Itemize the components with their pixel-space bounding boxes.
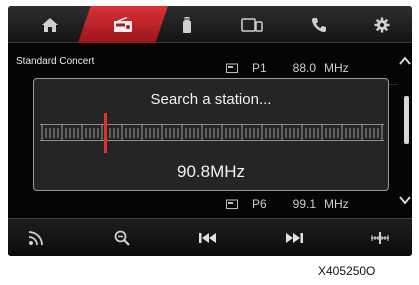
scrollbar-thumb[interactable]: [404, 96, 409, 144]
seek-forward-icon: [286, 233, 303, 243]
manual-tune-icon: [371, 232, 389, 244]
tab-home[interactable]: [16, 6, 83, 43]
radio-screen: Standard Concert P1 88.0 MHz P6 99.1 MHz: [8, 6, 412, 256]
radio-small-icon: [226, 63, 238, 73]
tab-phone[interactable]: [285, 6, 352, 43]
scroll-down-icon[interactable]: [399, 196, 411, 205]
preset-frequency: 99.1: [292, 197, 316, 211]
preset-row[interactable]: P6 99.1 MHz: [226, 194, 386, 214]
manual-tune-button[interactable]: [352, 219, 408, 256]
tab-settings[interactable]: [348, 6, 412, 43]
seek-back-button[interactable]: [180, 219, 236, 256]
preset-number: P1: [252, 61, 267, 75]
preset-unit: MHz: [324, 61, 349, 75]
home-icon: [41, 17, 58, 32]
radio-waves-button[interactable]: [8, 219, 64, 256]
media-icon: [182, 16, 191, 33]
radio-small-icon: [226, 199, 238, 209]
search-station-popup: Search a station... 90.8MHz: [33, 78, 389, 191]
preset-unit: MHz: [324, 197, 349, 211]
scroll-up-icon[interactable]: [399, 56, 411, 65]
preset-row[interactable]: P1 88.0 MHz: [226, 58, 386, 78]
scan-button[interactable]: [94, 219, 150, 256]
tuner-marker[interactable]: [104, 113, 107, 153]
figure-code: X405250O: [318, 264, 376, 278]
bottom-control-bar: [8, 218, 412, 256]
seek-forward-button[interactable]: [266, 219, 322, 256]
tuner-scale[interactable]: [40, 113, 384, 153]
current-frequency: 90.8MHz: [176, 162, 246, 181]
radio-waves-icon: [28, 231, 43, 246]
phone-icon: [311, 17, 326, 32]
popup-title: Search a station...: [150, 91, 272, 108]
tab-device[interactable]: [218, 6, 285, 43]
device-icon: [240, 17, 263, 32]
top-tab-bar: [8, 6, 412, 43]
search-scan-icon: [114, 230, 130, 246]
tab-media[interactable]: [153, 6, 220, 43]
preset-group-label[interactable]: Standard Concert: [16, 56, 94, 67]
radio-icon: [114, 16, 132, 32]
seek-back-icon: [199, 233, 216, 243]
preset-frequency: 88.0: [292, 61, 316, 75]
preset-number: P6: [252, 197, 267, 211]
settings-icon: [374, 17, 389, 32]
